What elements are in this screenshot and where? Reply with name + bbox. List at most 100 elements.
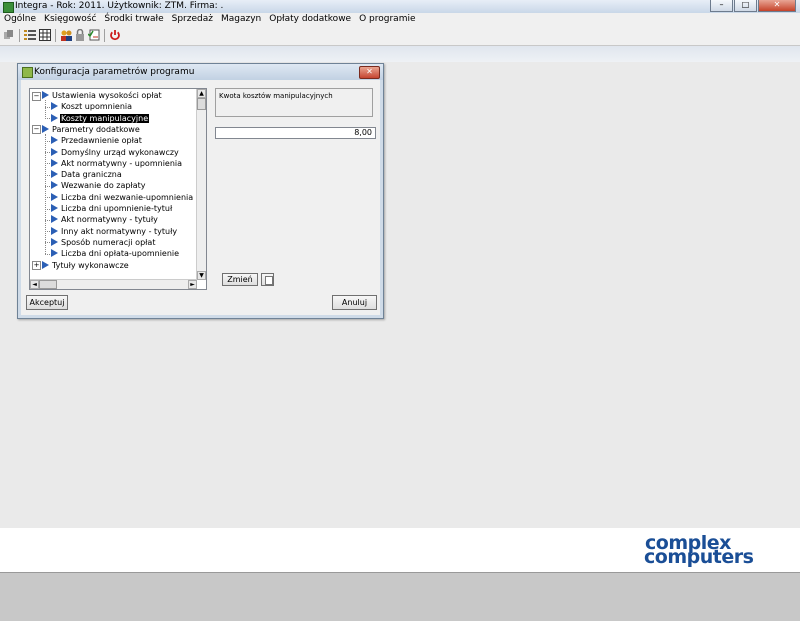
accept-button[interactable]: Akceptuj (26, 295, 68, 310)
scroll-thumb[interactable] (197, 98, 206, 110)
menu-srodki-trwale[interactable]: Środki trwałe (100, 13, 167, 26)
menu-oplaty-dodatkowe[interactable]: Opłaty dodatkowe (265, 13, 355, 26)
window-title: Integra - Rok: 2011. Użytkownik: ZTM. Fi… (15, 1, 224, 11)
tree-item-label: Przedawnienie opłat (61, 136, 142, 146)
tree-content: − Ustawienia wysokości opłat Koszt upomnie… (30, 89, 197, 280)
config-dialog: Konfiguracja parametrów programu ✕ − Usta… (17, 63, 384, 319)
tree-item[interactable]: Wezwanie do zapłaty (51, 180, 147, 191)
dialog-body: − Ustawienia wysokości opłat Koszt upomnie… (21, 80, 380, 315)
hscroll-thumb[interactable] (39, 280, 57, 289)
tree-item[interactable]: Tytuły wykonawcze (42, 260, 130, 271)
menu-ksiegowosc[interactable]: Księgowość (40, 13, 100, 26)
tree-item-label: Parametry dodatkowe (52, 124, 140, 134)
lock-icon[interactable] (74, 28, 86, 41)
tree-arrow-icon (51, 170, 58, 179)
tree-vertical-scrollbar[interactable]: ▲ ▼ (196, 89, 206, 280)
tree-item[interactable]: Koszty manipulacyjne (51, 113, 150, 124)
tree-expander-icon[interactable]: − (32, 125, 41, 135)
tree-item-label: Akt normatywny - upomnienia (61, 158, 183, 168)
tree-item[interactable]: Inny akt normatywny - tytuły (51, 226, 178, 237)
scroll-up-arrow-icon[interactable]: ▲ (197, 89, 206, 98)
tree-arrow-icon (51, 249, 58, 258)
grid-icon[interactable] (39, 29, 51, 41)
checklist-icon[interactable] (87, 29, 100, 41)
tree-item[interactable]: Koszt upomnienia (51, 101, 133, 112)
tree-item-label: Ustawienia wysokości opłat (52, 91, 162, 100)
minimize-button[interactable]: – (710, 0, 733, 12)
tree-arrow-icon (51, 136, 58, 145)
logo-line-2: computers (644, 546, 754, 568)
scroll-down-arrow-icon[interactable]: ▼ (197, 271, 206, 280)
tree-arrow-icon (51, 102, 58, 111)
tree-arrow-icon (51, 113, 58, 122)
tree-item-label: Koszt upomnienia (61, 102, 133, 112)
tree-item-label: Koszty manipulacyjne (60, 113, 150, 123)
edit-page-button[interactable] (261, 273, 274, 286)
menu-bar: Ogólne Księgowość Środki trwałe Sprzedaż… (0, 13, 800, 26)
menu-magazyn[interactable]: Magazyn (217, 13, 265, 26)
app-icon (3, 2, 14, 13)
tree-arrow-icon (51, 226, 58, 235)
power-icon[interactable] (109, 29, 121, 41)
tree-item[interactable]: Data graniczna (51, 169, 123, 180)
tree-item[interactable]: Akt normatywny - upomnienia (51, 158, 183, 169)
tree-item-label: Data graniczna (61, 170, 122, 180)
tree-item[interactable]: Akt normatywny - tytuły (51, 214, 159, 225)
dialog-title: Konfiguracja parametrów programu (34, 67, 195, 77)
tree-item[interactable]: Liczba dni opłata-upomnienie (51, 248, 180, 259)
tree-item-label: Liczba dni opłata-upomnienie (61, 249, 180, 259)
tree-item[interactable]: Sposób numeracji opłat (51, 237, 156, 248)
workspace-header-strip (0, 46, 800, 62)
tree-item-label: Domyślny urząd wykonawczy (61, 147, 179, 157)
toolbar (0, 26, 800, 46)
window-title-bar: Integra - Rok: 2011. Użytkownik: ZTM. Fi… (0, 0, 800, 14)
dialog-icon (22, 67, 33, 78)
tree-horizontal-scrollbar[interactable]: ◄ ► (30, 279, 197, 289)
scroll-left-arrow-icon[interactable]: ◄ (30, 280, 39, 289)
cancel-button[interactable]: Anuluj (332, 295, 377, 310)
tree-expander-icon[interactable]: + (32, 261, 41, 270)
tree-item[interactable]: Liczba dni upomnienie-tytuł (51, 203, 173, 214)
maximize-button[interactable]: □ (734, 0, 757, 12)
menu-o-programie[interactable]: O programie (355, 13, 419, 26)
tree-arrow-icon (51, 215, 58, 224)
tree-connector (45, 133, 46, 255)
status-strip (0, 572, 800, 621)
tree-arrow-icon (51, 204, 58, 212)
tree-item-label: Tytuły wykonawcze (52, 260, 129, 270)
window-controls: – □ ✕ (709, 0, 796, 12)
menu-sprzedaz[interactable]: Sprzedaż (168, 13, 217, 26)
tree-arrow-icon (42, 124, 49, 133)
tree-arrow-icon (42, 260, 49, 269)
copy-icon[interactable] (3, 29, 15, 41)
tree-item-label: Inny akt normatywny - tytuły (61, 226, 178, 236)
tree-expander-icon[interactable]: − (32, 91, 41, 101)
users-icon[interactable] (60, 29, 72, 41)
page-icon (265, 276, 273, 285)
tree-connector (45, 100, 46, 119)
tree-arrow-icon (42, 91, 49, 99)
change-button[interactable]: Zmień (222, 273, 258, 286)
parameter-value-field[interactable]: 8,00 (215, 127, 376, 139)
settings-tree[interactable]: − Ustawienia wysokości opłat Koszt upomnie… (29, 88, 207, 290)
tree-item[interactable]: Liczba dni wezwanie-upomnienia (51, 192, 194, 203)
scroll-right-arrow-icon[interactable]: ► (188, 280, 197, 289)
company-logo: complex computers (644, 534, 790, 568)
tree-item[interactable]: Domyślny urząd wykonawczy (51, 147, 180, 158)
tree-item-label: Sposób numeracji opłat (61, 237, 156, 247)
dialog-title-bar: Konfiguracja parametrów programu ✕ (18, 64, 383, 80)
tree-item[interactable]: Przedawnienie opłat (51, 135, 143, 146)
tree-arrow-icon (51, 158, 58, 167)
close-button[interactable]: ✕ (758, 0, 796, 12)
menu-ogolne[interactable]: Ogólne (0, 13, 40, 26)
tree-item[interactable]: Ustawienia wysokości opłat (42, 90, 163, 101)
tree-arrow-icon (51, 237, 58, 246)
tree-item-label: Liczba dni upomnienie-tytuł (61, 204, 173, 213)
dialog-close-button[interactable]: ✕ (359, 66, 380, 79)
tree-item[interactable]: Parametry dodatkowe (42, 124, 141, 135)
tree-item-label: Akt normatywny - tytuły (61, 215, 158, 225)
tree-item-label: Liczba dni wezwanie-upomnienia (61, 192, 194, 202)
tree-arrow-icon (51, 181, 58, 190)
tree-arrow-icon (51, 147, 58, 156)
list-icon[interactable] (24, 29, 36, 41)
